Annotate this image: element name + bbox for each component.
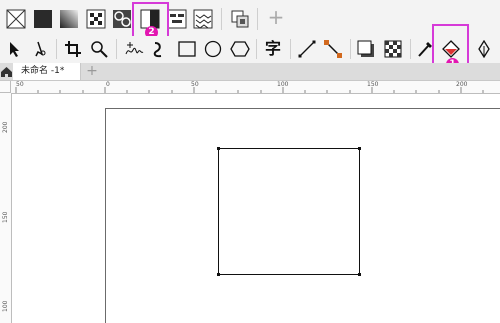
text-tool-icon[interactable]: 字 <box>263 39 283 59</box>
pick-tool-icon[interactable] <box>6 40 24 58</box>
page-border <box>105 108 106 323</box>
separator <box>350 39 351 59</box>
postscript-fill-icon[interactable] <box>193 9 213 29</box>
rectangle-tool-icon[interactable] <box>178 40 196 58</box>
vector-pattern-fill-icon[interactable] <box>86 9 106 29</box>
separator <box>290 39 291 59</box>
zoom-tool-icon[interactable] <box>90 40 108 58</box>
selection-handle[interactable] <box>358 273 361 276</box>
selection-handle[interactable] <box>217 273 220 276</box>
toolbox: 字 1 <box>0 24 500 71</box>
smart-fill-icon[interactable] <box>475 40 493 58</box>
separator <box>410 39 411 59</box>
ruler-label: 200 <box>2 121 9 133</box>
add-document-tab-button[interactable]: + <box>84 64 100 79</box>
artistic-media-icon[interactable] <box>150 40 168 58</box>
ruler-origin[interactable] <box>0 81 11 93</box>
document-tab[interactable]: 未命名 -1* <box>13 63 81 80</box>
fountain-fill-icon[interactable] <box>59 9 79 29</box>
ruler-label: 100 <box>2 300 9 312</box>
uniform-fill-icon[interactable] <box>33 9 53 29</box>
add-fill-button[interactable]: + <box>266 6 286 28</box>
separator <box>257 8 258 30</box>
separator <box>56 39 57 59</box>
page-border <box>105 108 500 109</box>
texture-fill-icon[interactable] <box>167 9 187 29</box>
home-icon[interactable] <box>0 63 13 80</box>
horizontal-ruler[interactable]: 50 0 50 100 150 200 <box>11 81 500 94</box>
drop-shadow-tool-icon[interactable] <box>357 40 375 58</box>
connector-tool-icon[interactable] <box>324 40 342 58</box>
transparency-tool-icon[interactable] <box>384 40 402 58</box>
rectangle-shape[interactable] <box>218 148 360 275</box>
separator <box>256 39 257 59</box>
shape-tool-icon[interactable] <box>30 40 48 58</box>
vertical-ruler[interactable]: 200 150 100 <box>0 93 12 323</box>
ellipse-tool-icon[interactable] <box>204 40 222 58</box>
dimension-tool-icon[interactable] <box>298 40 316 58</box>
freehand-tool-icon[interactable] <box>124 40 144 58</box>
no-fill-icon[interactable] <box>6 9 26 29</box>
fill-property-bar: + 2 <box>0 0 500 39</box>
bitmap-pattern-fill-icon[interactable] <box>112 9 132 29</box>
ruler-label: 150 <box>2 211 9 223</box>
separator <box>116 39 117 59</box>
crop-tool-icon[interactable] <box>64 40 82 58</box>
polygon-tool-icon[interactable] <box>230 40 250 58</box>
selection-handle[interactable] <box>217 147 220 150</box>
separator <box>221 8 222 30</box>
drawing-canvas[interactable] <box>12 94 500 323</box>
document-tab-bar: 未命名 -1* + <box>0 63 500 81</box>
selection-handle[interactable] <box>358 147 361 150</box>
color-styles-icon[interactable] <box>230 9 250 29</box>
